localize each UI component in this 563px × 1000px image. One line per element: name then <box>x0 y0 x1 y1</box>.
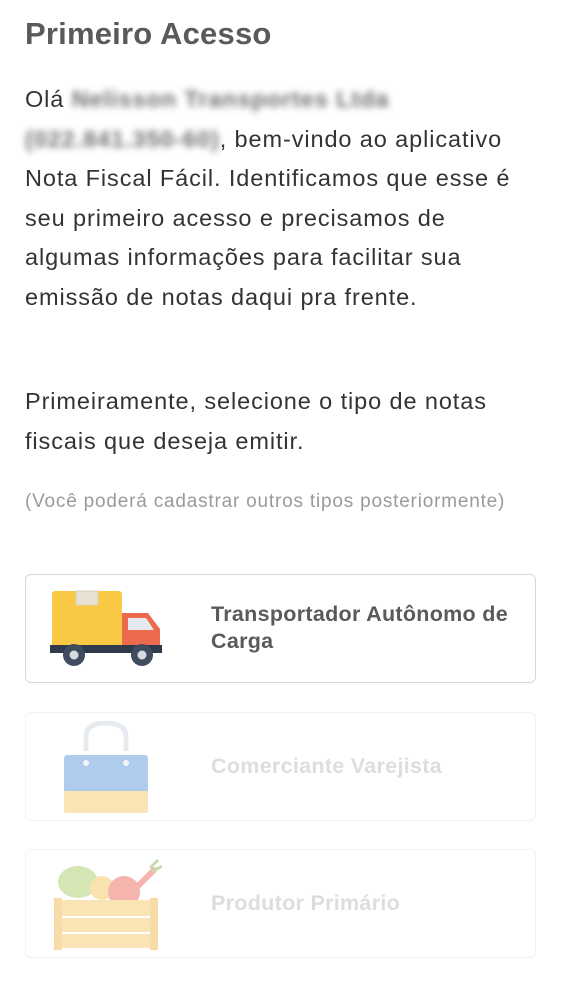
option-card-transportador[interactable]: Transportador Autônomo de Carga <box>25 574 536 683</box>
produce-crate-icon <box>50 858 163 950</box>
selection-hint: (Você poderá cadastrar outros tipos post… <box>25 491 506 512</box>
option-label: Transportador Autônomo de Carga <box>211 602 508 653</box>
welcome-text: , bem-vindo ao aplicativo Nota Fiscal Fá… <box>25 125 511 310</box>
option-card-comerciante[interactable]: Comerciante Varejista <box>25 712 536 821</box>
delivery-truck-icon <box>50 583 162 675</box>
greeting-text: Olá <box>25 86 65 112</box>
selection-prompt: Primeiramente, selecione o tipo de notas… <box>25 388 487 454</box>
page-title: Primeiro Acesso <box>25 16 272 51</box>
company-name: Nelisson Transportes Ltda <box>71 86 390 112</box>
option-label: Produtor Primário <box>211 890 401 915</box>
shopping-bag-icon <box>50 720 162 813</box>
option-card-produtor[interactable]: Produtor Primário <box>25 849 536 958</box>
company-document: (022.841.350-60) <box>25 125 220 152</box>
welcome-message: Olá Nelisson Transportes Ltda (022.841.3… <box>25 80 538 318</box>
option-label: Comerciante Varejista <box>211 753 442 778</box>
